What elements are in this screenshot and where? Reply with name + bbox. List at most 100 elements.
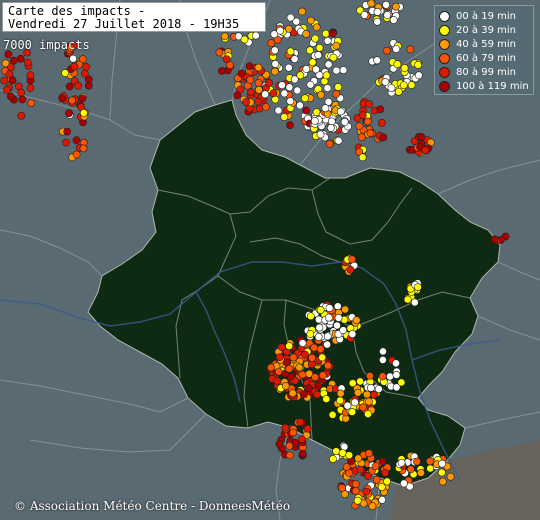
lightning-strike xyxy=(323,36,332,45)
lightning-strike xyxy=(324,60,333,69)
lightning-strike xyxy=(315,43,324,52)
lightning-strike xyxy=(425,457,434,466)
lightning-strike xyxy=(378,372,387,381)
lightning-strike xyxy=(220,32,229,41)
lightning-strike xyxy=(300,94,309,103)
lightning-strike xyxy=(242,98,250,106)
lightning-strike xyxy=(336,389,345,398)
lightning-strike xyxy=(426,464,435,473)
lightning-strike xyxy=(323,84,332,92)
lightning-strike xyxy=(254,97,263,106)
lightning-strike xyxy=(399,479,408,488)
lightning-strike xyxy=(397,458,406,467)
legend-item-5: 100 à 119 min xyxy=(439,79,529,93)
legend-item-2: 40 à 59 min xyxy=(439,37,529,51)
lightning-strike xyxy=(314,381,323,390)
lightning-strike xyxy=(245,62,254,71)
lightning-strike xyxy=(290,55,299,63)
lightning-strike xyxy=(343,401,352,410)
lightning-strike xyxy=(254,63,263,72)
lightning-strike xyxy=(357,133,366,142)
lightning-strike xyxy=(379,133,388,142)
legend-label-1: 20 à 39 min xyxy=(456,24,516,36)
lightning-strike xyxy=(339,326,348,335)
lightning-strike xyxy=(332,41,341,50)
lightning-strike xyxy=(26,71,35,80)
legend-item-4: 80 à 99 min xyxy=(439,65,529,79)
lightning-strike xyxy=(368,502,377,511)
lightning-strike xyxy=(17,111,26,120)
lightning-strike xyxy=(79,109,88,117)
lightning-strike xyxy=(328,410,337,419)
lightning-strike xyxy=(362,390,371,399)
legend-item-1: 20 à 39 min xyxy=(439,23,529,37)
lightning-strike xyxy=(82,63,90,71)
lightning-strike xyxy=(406,465,415,474)
lightning-strike xyxy=(74,81,82,90)
lightning-strike xyxy=(490,235,499,244)
lightning-strike xyxy=(276,26,285,35)
legend-item-3: 60 à 79 min xyxy=(439,51,529,65)
lightning-strike xyxy=(310,117,319,125)
lightning-strike xyxy=(303,424,312,433)
copyright-credit: © Association Météo Centre - DonneesMété… xyxy=(14,499,291,513)
lightning-strike xyxy=(233,91,242,100)
lightning-strike xyxy=(284,63,293,72)
lightning-strike xyxy=(334,83,343,91)
lightning-strike xyxy=(406,45,415,54)
lightning-strike xyxy=(336,107,345,116)
lightning-strike xyxy=(72,150,81,159)
lightning-strike xyxy=(356,465,365,474)
lightning-strike xyxy=(17,88,26,97)
lightning-strike xyxy=(363,117,372,126)
legend-label-2: 40 à 59 min xyxy=(456,38,516,50)
lightning-strike xyxy=(322,395,331,403)
lightning-strike xyxy=(68,96,76,105)
lightning-strike xyxy=(79,144,88,153)
lightning-strike xyxy=(288,389,297,398)
impact-count: 7000 impacts xyxy=(3,38,90,52)
lightning-strike xyxy=(18,95,27,104)
lightning-strike xyxy=(5,70,14,78)
lightning-strike xyxy=(358,153,367,162)
lightning-strike xyxy=(365,397,373,406)
lightning-strike xyxy=(338,483,347,492)
lightning-strike xyxy=(70,62,79,71)
lightning-strike xyxy=(281,381,290,390)
lightning-strike xyxy=(323,340,331,349)
lightning-strike xyxy=(297,435,306,444)
lightning-strike xyxy=(289,428,297,437)
lightning-strike xyxy=(3,86,11,94)
lightning-strike xyxy=(372,475,381,484)
lightning-strike xyxy=(306,330,315,338)
lightning-strike xyxy=(371,462,380,471)
lightning-strike xyxy=(78,94,87,103)
lightning-impact-map: Carte des impacts - Vendredi 27 Juillet … xyxy=(0,0,540,520)
lightning-strike xyxy=(382,46,391,55)
lightning-strike xyxy=(274,106,283,115)
lightning-strike xyxy=(316,130,325,139)
lightning-strike xyxy=(262,103,270,111)
lightning-strike xyxy=(381,468,390,477)
lightning-strike xyxy=(0,76,9,85)
lightning-strike xyxy=(407,81,416,89)
lightning-strike xyxy=(69,54,77,63)
lightning-strike xyxy=(366,129,375,138)
legend-item-0: 00 à 19 min xyxy=(439,9,529,23)
legend-dot-1 xyxy=(439,24,450,36)
lightning-strike xyxy=(323,361,332,370)
lightning-strike xyxy=(280,89,289,98)
legend-label-4: 80 à 99 min xyxy=(456,66,516,78)
lightning-strike xyxy=(370,390,378,399)
legend-label-0: 00 à 19 min xyxy=(456,10,516,22)
lightning-strike xyxy=(393,60,402,69)
lightning-strike xyxy=(351,480,360,489)
lightning-strike xyxy=(277,343,286,352)
lightning-strike xyxy=(306,16,315,25)
lightning-strike xyxy=(286,13,295,22)
lightning-strike xyxy=(334,313,343,322)
lightning-strike xyxy=(329,53,338,62)
lightning-strike xyxy=(400,64,409,72)
lightning-strike xyxy=(254,79,263,87)
lightning-strike xyxy=(286,97,295,106)
